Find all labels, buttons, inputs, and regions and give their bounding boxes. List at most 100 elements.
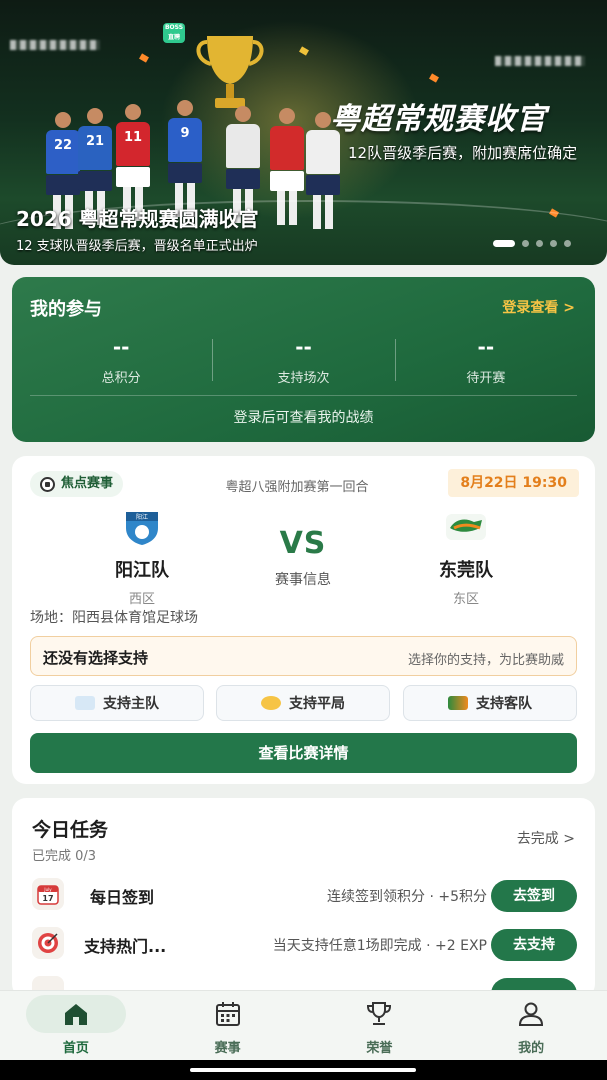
carousel-dot[interactable] [550,240,557,247]
stat-upcoming: -- 待开赛 [394,335,577,391]
nav-label: 我的 [518,1041,545,1056]
stadium-lights [10,40,100,50]
player-jersey: 22 [46,130,80,174]
task-desc: 当天支持任意1场即完成 · +2 EXP [272,938,487,954]
chip-label: 焦点赛事 [61,476,114,491]
home-indicator[interactable] [190,1068,416,1072]
home-icon [64,1004,87,1025]
calendar-day: 17 [42,894,53,903]
checkin-button[interactable]: 去签到 [491,880,577,912]
stat-value: -- [112,335,130,359]
user-icon [519,1002,544,1026]
home-logo-text: 阳江 [136,513,148,521]
player-jersey [270,126,304,170]
match-venue: 场地：阳西县体育馆足球场 [30,610,198,626]
nav-honors[interactable]: 荣誉 [304,991,456,1060]
participation-title: 我的参与 [30,299,102,320]
confetti [139,53,149,63]
system-gesture-bar [0,1060,607,1080]
task-desc: 连续签到领积分 · +5积分 [327,889,487,905]
stat-support-count: -- 支持场次 [212,335,394,391]
away-team-icon [448,696,468,710]
login-view-link[interactable]: 登录查看 > [502,297,575,317]
nav-events[interactable]: 赛事 [152,991,304,1060]
task-name: 支持热门... [84,937,167,956]
nav-label: 赛事 [214,1041,241,1056]
confetti [429,73,439,83]
home-team[interactable]: 阳江 阳江队 西区 [82,508,202,607]
support-draw-button[interactable]: 支持平局 [216,685,390,721]
sponsor-badge: BOSS 直聘 [163,23,185,43]
stat-total-points: -- 总积分 [30,335,212,391]
away-team-name: 东莞队 [439,560,493,581]
target-icon [32,927,64,959]
support-home-button[interactable]: 支持主队 [30,685,204,721]
support-status-title: 还没有选择支持 [43,649,149,667]
carousel-dot[interactable] [522,240,529,247]
participation-stats: -- 总积分 -- 支持场次 -- 待开赛 [30,335,577,391]
stat-value: -- [477,335,495,359]
support-home-label: 支持主队 [103,696,159,712]
login-hint[interactable]: 登录后可查看我的战绩 [12,407,595,427]
yangjiang-logo-icon: 阳江 [126,512,158,545]
stat-value: -- [295,335,312,359]
nav-home[interactable]: 首页 [0,991,152,1060]
daily-tasks-card: 今日任务 已完成 0/3 去完成 > July 17 每日签到 连续签到领积分 … [12,798,595,998]
away-team-zone: 东区 [452,592,479,607]
support-task-button[interactable]: 去支持 [491,929,577,961]
task-name: 每日签到 [90,888,155,907]
tasks-title: 今日任务 [32,819,109,841]
carousel-indicator[interactable] [493,240,571,247]
home-team-icon [75,696,95,710]
focus-match-card: 焦点赛事 粤超八强附加赛第一回合 8月22日 19:30 阳江 阳江队 西区 V… [12,456,595,784]
banner-title: 2026 粤超常规赛圆满收官 [16,207,259,231]
tasks-progress: 已完成 0/3 [32,849,97,864]
home-team-name: 阳江队 [115,560,169,581]
away-team[interactable]: 东莞队 东区 [406,508,526,607]
support-status-hint: 选择你的支持，为比赛助威 [407,653,564,668]
task-row-checkin: July 17 每日签到 连续签到领积分 · +5积分 去签到 [32,878,577,914]
match-round: 粤超八强附加赛第一回合 [225,480,369,495]
carousel-dot[interactable] [564,240,571,247]
support-draw-label: 支持平局 [289,696,345,712]
player-jersey: 11 [116,122,150,166]
support-away-button[interactable]: 支持客队 [403,685,577,721]
match-time: 8月22日 19:30 [448,469,579,497]
task-row-support: 支持热门... 当天支持任意1场即完成 · +2 EXP 去支持 [32,927,577,963]
calendar-icon [215,1002,240,1026]
calendar-17-icon: July 17 [32,878,64,910]
hero-banner[interactable]: BOSS 直聘 22 21 11 9 粤超常规赛收官 12队晋级季后赛，附加赛席位确定 … [0,0,607,265]
soccer-ball-icon [40,476,55,492]
nav-label: 荣誉 [366,1041,393,1056]
vs-block[interactable]: VS 赛事信息 [242,526,364,589]
player-jersey: 21 [78,126,112,170]
support-away-label: 支持客队 [476,696,532,712]
stat-label: 总积分 [101,371,141,386]
my-participation-card: 我的参与 登录查看 > -- 总积分 -- 支持场次 -- 待开赛 登录后可查看… [12,277,595,442]
support-status-box: 还没有选择支持 选择你的支持，为比赛助威 [30,636,577,676]
carousel-dot[interactable] [536,240,543,247]
calendar-month: July [43,887,52,892]
stadium-lights [495,56,585,66]
nav-profile[interactable]: 我的 [455,991,607,1060]
banner-description: 12 支球队晋级季后赛，晋级名单正式出炉 [16,239,258,254]
player-jersey [226,124,260,168]
banner-tagline: 粤超常规赛收官 [330,102,547,137]
focus-match-chip: 焦点赛事 [30,471,124,497]
match-detail-button[interactable]: 查看比赛详情 [30,733,577,773]
bottom-navigation: 首页 赛事 荣誉 我的 [0,990,607,1060]
home-team-zone: 西区 [128,592,155,607]
divider [30,395,577,396]
tasks-go-link[interactable]: 去完成 > [517,828,575,848]
banner-subline: 12队晋级季后赛，附加赛席位确定 [348,144,578,162]
vs-label: VS [279,526,327,561]
player-jersey: 9 [168,118,202,162]
match-info-link[interactable]: 赛事信息 [242,569,364,589]
stat-label: 支持场次 [277,371,330,386]
stat-label: 待开赛 [466,371,506,386]
carousel-dot[interactable] [493,240,515,247]
trophy-icon [367,1002,392,1025]
dongguan-logo-icon [446,514,486,540]
player-figure: 9 [168,100,202,217]
handshake-icon [261,696,281,710]
